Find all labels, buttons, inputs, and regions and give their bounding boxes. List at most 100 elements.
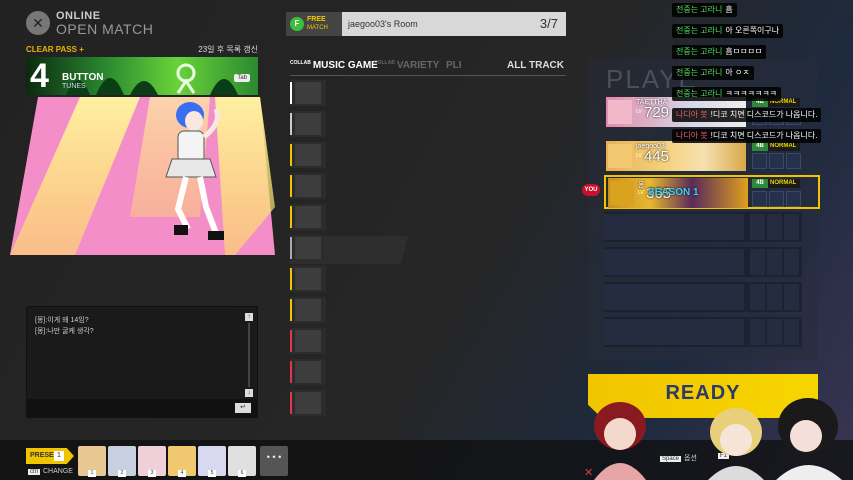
song-color-stripe [290,206,292,228]
category-tabs: COLLAB MUSIC GAME COLLAB VARIETY PLI ALL T… [290,58,566,76]
song-info-bar: CLEAR PASS + 23일 후 목록 갱신 [26,42,258,56]
tab-variety[interactable]: COLLAB VARIETY [374,60,439,71]
preset-slot-number: 4 [178,470,186,477]
tab-music-game[interactable]: COLLAB MUSIC GAME [290,60,378,71]
player-slot[interactable]: jaegoo03 LV 445 4B NORMAL [606,141,802,171]
song-list-item[interactable] [290,390,326,416]
enter-icon[interactable]: ↵ [235,403,251,413]
preset-slot[interactable]: 6 [228,446,256,477]
slot-cell [604,284,744,310]
change-label: CHANGE [43,468,73,475]
mode-badge: 4B NORMAL [752,179,800,188]
collab-label: COLLAB [374,60,395,66]
song-thumbnail [295,113,321,135]
song-color-stripe [290,113,292,135]
change-hint[interactable]: ctrl CHANGE [28,468,73,475]
preset-button[interactable]: PRESET [26,448,74,464]
song-list-item[interactable] [290,111,326,137]
song-list[interactable] [290,80,326,420]
player-level: 729 [644,104,670,121]
song-list-item[interactable] [290,328,326,354]
chat-text: !디코 치면 디스코드가 나옵니다. [710,131,818,140]
scroll-up-icon[interactable]: ↑ [245,313,253,321]
song-color-stripe [290,144,292,166]
player-card: 몽 LV 365 SEASON 1 [608,178,748,208]
preset-slot[interactable]: 1 [78,446,106,477]
slot-cell [750,249,765,275]
chat-input[interactable]: ↵ [27,399,257,417]
overlay-chat-line: 나디아 봇 !디코 치면 디스코드가 나옵니다. [672,129,822,143]
player-slot-you[interactable]: 몽 LV 365 SEASON 1 4B NORMAL [604,175,820,209]
avatar [608,144,632,168]
preset-slot[interactable]: 5 [198,446,226,477]
slot-cell [604,214,744,240]
chat-text: 아 ㅇㅈ [725,68,750,77]
mode-badge: 4B NORMAL [752,142,800,151]
preset-slot-number: 3 [148,470,156,477]
song-list-item[interactable] [290,80,326,106]
song-thumbnail [295,175,321,197]
song-list-item[interactable] [290,266,326,292]
card-banner-text: SEASON 1 [648,187,699,198]
song-color-stripe [290,299,292,321]
empty-slot[interactable] [604,282,802,312]
avatar [608,100,632,124]
button-mode: 4B [752,179,768,188]
song-thumbnail [295,361,321,383]
chat-scrollbar[interactable]: ↑ ↓ [245,313,253,397]
slot-cell [750,319,765,345]
song-thumbnail [295,299,321,321]
song-color-stripe [290,392,292,414]
preset-slot[interactable]: 2 [108,446,136,477]
song-list-item[interactable] [290,204,326,230]
chat-message: [몽]:나만 굴케 생각? [35,328,94,335]
mode-title-line2: OPEN MATCH [56,20,154,37]
chat-message: [몽]:이게 왜 14임? [35,317,89,324]
tab-all-track[interactable]: ALL TRACK [507,60,564,71]
song-list-item[interactable] [290,142,326,168]
empty-slot[interactable] [604,317,802,347]
chat-text: !디코 치면 디스코드가 나옵니다. [710,110,818,119]
slot-cell [750,214,765,240]
more-presets-button[interactable]: • • • [260,446,288,476]
tab-variety-label: VARIETY [396,60,440,71]
song-list-item[interactable] [290,359,326,385]
preset-slot[interactable]: 4 [168,446,196,477]
mode-title-line1: ONLINE [56,9,101,22]
song-list-item[interactable] [290,173,326,199]
level-label: LV [638,190,644,196]
difficulty: NORMAL [770,180,797,186]
slot-cell [604,249,744,275]
scroll-down-icon[interactable]: ↓ [245,389,253,397]
chat-username: 전중는 고라니 [676,26,723,35]
character-illustration [594,398,842,480]
empty-slot[interactable] [604,247,802,277]
room-player-count: 3/7 [539,16,558,31]
slot-cell [767,214,782,240]
level-label: LV [636,153,642,159]
button-mode-banner[interactable]: 4 BUTTON TUNES Tab [26,57,258,95]
overlay-chat-line: 전중는 고라니 아 ㅇㅈ [672,66,754,80]
song-color-stripe [290,268,292,290]
preset-slot[interactable]: 3 [138,446,166,477]
overlay-chat-line: 나디아 봇 !디코 치면 디스코드가 나옵니다. [672,108,822,122]
player-boxes [752,191,802,207]
slot-cell [784,319,799,345]
slot-cell [604,319,744,345]
empty-slot[interactable] [604,212,802,242]
song-thumbnail [295,392,321,414]
scroll-track[interactable] [248,323,250,387]
difficulty: NORMAL [770,143,797,149]
tab-key-hint[interactable]: Tab [234,74,250,82]
song-list-item[interactable] [290,235,326,261]
song-thumbnail [295,82,321,104]
chat-text: 흠 [725,5,733,14]
tab-pli[interactable]: PLI [446,60,462,71]
overlay-chat-line: 전중는 고라니 아 오른쪽이구나 [672,24,784,38]
clear-pass-label: CLEAR PASS + [26,44,84,54]
chat-username: 전중는 고라니 [676,5,723,14]
chat-username: 전중는 고라니 [676,68,723,77]
song-color-stripe [290,361,292,383]
song-list-item[interactable] [290,297,326,323]
preset-slot-number: 2 [118,470,126,477]
